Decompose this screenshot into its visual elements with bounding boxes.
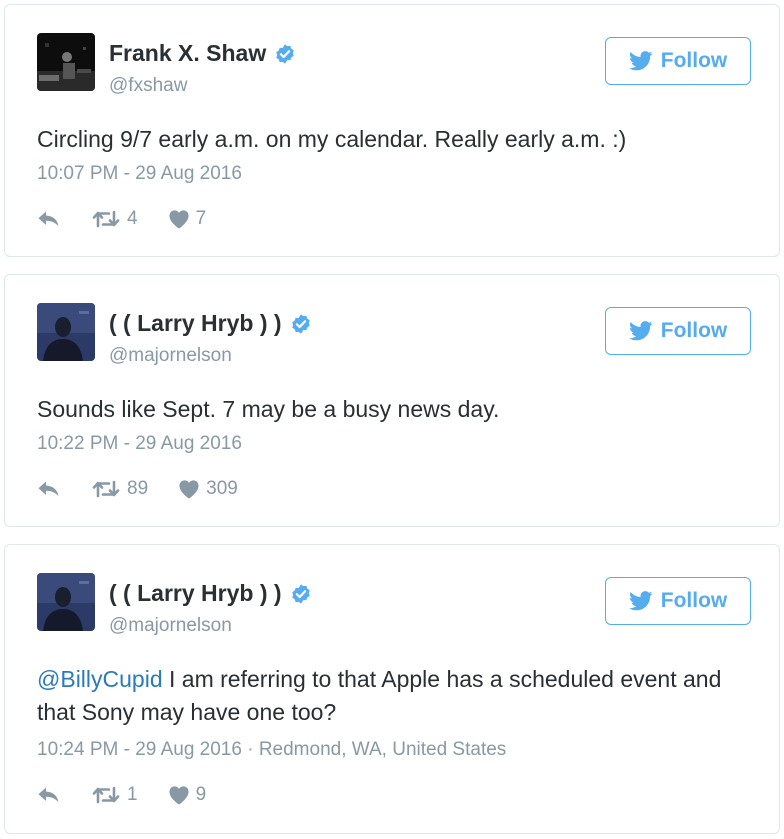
display-name-text: Frank X. Shaw (109, 40, 267, 66)
retweet-count: 89 (127, 478, 149, 499)
tweet-card: Frank X. Shaw @fxshaw Follow Circling 9/… (4, 4, 780, 257)
avatar[interactable] (37, 573, 95, 631)
avatar[interactable] (37, 303, 95, 361)
retweet-button[interactable]: 89 (91, 478, 148, 500)
tweet-text: Sounds like Sept. 7 may be a busy news d… (37, 393, 737, 426)
verified-badge-icon (274, 43, 296, 65)
verified-badge-icon (290, 313, 312, 335)
display-name[interactable]: ( ( Larry Hryb ) ) (109, 580, 312, 607)
tweet-meta: 10:22 PM - 29 Aug 2016 (37, 433, 242, 455)
user-handle[interactable]: @fxshaw (109, 75, 187, 97)
display-name[interactable]: Frank X. Shaw (109, 40, 296, 67)
retweet-count: 1 (127, 784, 138, 805)
retweet-icon (91, 785, 121, 805)
tweet-actions: 1 9 (37, 781, 206, 809)
tweet-actions: 4 7 (37, 205, 206, 233)
display-name[interactable]: ( ( Larry Hryb ) ) (109, 310, 312, 337)
tweet-card: ( ( Larry Hryb ) ) @majornelson Follow S… (4, 274, 780, 527)
display-name-text: ( ( Larry Hryb ) ) (109, 580, 282, 606)
timestamp[interactable]: 10:24 PM - 29 Aug 2016 (37, 739, 242, 760)
timestamp[interactable]: 10:07 PM - 29 Aug 2016 (37, 163, 242, 184)
tweet-meta: 10:24 PM - 29 Aug 2016 · Redmond, WA, Un… (37, 739, 506, 761)
avatar-image (37, 33, 95, 91)
retweet-button[interactable]: 4 (91, 208, 138, 230)
follow-button[interactable]: Follow (605, 37, 751, 85)
tweet-body: Circling 9/7 early a.m. on my calendar. … (37, 126, 627, 152)
tweet-text: Circling 9/7 early a.m. on my calendar. … (37, 123, 737, 156)
reply-icon (37, 210, 61, 228)
reply-icon (37, 480, 61, 498)
avatar[interactable] (37, 33, 95, 91)
tweet-meta: 10:07 PM - 29 Aug 2016 (37, 163, 242, 185)
avatar-image (37, 303, 95, 361)
like-button[interactable]: 7 (168, 208, 207, 230)
heart-icon (178, 479, 200, 499)
twitter-bird-icon (629, 591, 653, 611)
heart-icon (168, 209, 190, 229)
mention-link[interactable]: @BillyCupid (37, 666, 163, 692)
avatar-image (37, 573, 95, 631)
follow-label: Follow (660, 319, 728, 342)
retweet-icon (91, 479, 121, 499)
tweet-card: ( ( Larry Hryb ) ) @majornelson Follow @… (4, 544, 780, 834)
reply-button[interactable] (37, 786, 61, 804)
like-count: 309 (206, 478, 238, 499)
tweet-body: Sounds like Sept. 7 may be a busy news d… (37, 396, 500, 422)
retweet-icon (91, 209, 121, 229)
like-button[interactable]: 9 (168, 784, 207, 806)
follow-label: Follow (660, 589, 728, 612)
user-handle[interactable]: @majornelson (109, 615, 232, 637)
verified-badge-icon (290, 583, 312, 605)
twitter-bird-icon (629, 321, 653, 341)
tweet-location[interactable]: · Redmond, WA, United States (242, 739, 506, 760)
follow-button[interactable]: Follow (605, 577, 751, 625)
timestamp[interactable]: 10:22 PM - 29 Aug 2016 (37, 433, 242, 454)
retweet-button[interactable]: 1 (91, 784, 138, 806)
like-count: 9 (195, 784, 207, 805)
reply-button[interactable] (37, 210, 61, 228)
retweet-count: 4 (127, 208, 138, 229)
like-count: 7 (195, 208, 207, 229)
like-button[interactable]: 309 (178, 478, 238, 500)
follow-button[interactable]: Follow (605, 307, 751, 355)
twitter-bird-icon (629, 51, 653, 71)
heart-icon (168, 785, 190, 805)
display-name-text: ( ( Larry Hryb ) ) (109, 310, 282, 336)
reply-button[interactable] (37, 480, 61, 498)
user-handle[interactable]: @majornelson (109, 345, 232, 367)
tweet-actions: 89 309 (37, 475, 238, 503)
tweet-text: @BillyCupid I am referring to that Apple… (37, 663, 737, 729)
reply-icon (37, 786, 61, 804)
follow-label: Follow (660, 49, 728, 72)
